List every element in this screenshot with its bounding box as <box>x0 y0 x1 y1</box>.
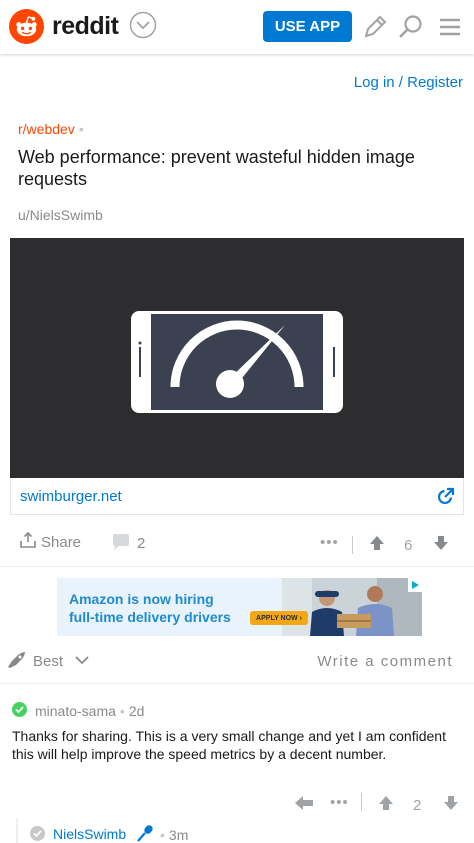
vote-count: 6 <box>404 537 413 554</box>
thread-line[interactable] <box>16 818 18 843</box>
comment-meta: minato-sama • 2d <box>35 703 144 719</box>
use-app-button[interactable]: USE APP <box>263 11 352 42</box>
rocket-icon[interactable] <box>6 651 26 669</box>
reply-icon[interactable] <box>294 795 314 811</box>
advertisement-banner[interactable]: Amazon is now hiring full-time delivery … <box>57 578 422 636</box>
comment-bubble-icon[interactable] <box>111 533 131 551</box>
subreddit-link[interactable]: r/webdev • <box>18 121 84 137</box>
reply-age: 3m <box>168 827 189 843</box>
share-button[interactable]: Share <box>41 534 81 551</box>
chevron-down-icon[interactable] <box>129 11 157 39</box>
reply-author[interactable]: NielsSwimb <box>53 826 126 842</box>
separator-dot: • <box>78 121 84 137</box>
separator <box>361 793 362 811</box>
write-comment-button[interactable]: Write a comment <box>317 653 453 670</box>
comment-age: 2d <box>128 703 145 719</box>
verified-check-icon <box>12 702 27 717</box>
comment-vote-count: 2 <box>413 797 422 814</box>
adchoices-icon[interactable] <box>408 578 422 592</box>
share-icon[interactable] <box>20 532 36 548</box>
speedometer-phone-icon <box>131 311 343 413</box>
external-link-icon[interactable] <box>437 487 455 505</box>
divider <box>0 683 474 684</box>
logo-wordmark: reddit <box>52 12 119 40</box>
reply-age-wrap: • 3m <box>160 827 188 843</box>
upvote-icon[interactable] <box>378 795 394 811</box>
ad-headline-2: full-time delivery drivers <box>69 609 231 625</box>
post-actions-bar: Share 2 ••• 6 <box>0 524 474 564</box>
top-bar: reddit USE APP <box>0 0 474 54</box>
reddit-logo[interactable]: reddit <box>9 9 157 44</box>
comment-body: Thanks for sharing. This is a very small… <box>12 728 446 762</box>
reddit-snoo-icon <box>9 9 44 44</box>
search-icon[interactable] <box>397 13 425 41</box>
verified-check-icon <box>30 826 45 841</box>
login-register-link[interactable]: Log in / Register <box>354 74 463 91</box>
more-options-button[interactable]: ••• <box>320 534 339 551</box>
link-preview-image[interactable] <box>10 238 464 478</box>
link-domain[interactable]: swimburger.net <box>20 488 122 505</box>
comment-count: 2 <box>137 535 146 552</box>
ad-photo-image <box>282 578 422 636</box>
menu-icon[interactable] <box>436 13 464 41</box>
divider <box>0 566 474 567</box>
comment-more-options-button[interactable]: ••• <box>330 794 349 811</box>
chevron-down-icon[interactable] <box>74 653 90 667</box>
subreddit-name[interactable]: r/webdev <box>18 121 75 137</box>
pencil-icon[interactable] <box>361 13 389 41</box>
apply-now-button[interactable]: APPLY NOW › <box>250 611 308 625</box>
downvote-icon[interactable] <box>443 795 459 811</box>
separator-dot: • <box>160 827 165 843</box>
sort-best-button[interactable]: Best <box>33 653 63 670</box>
post-title[interactable]: Web performance: prevent wasteful hidden… <box>18 146 458 190</box>
link-bar[interactable]: swimburger.net <box>10 478 464 515</box>
upvote-icon[interactable] <box>369 535 385 551</box>
comment-author[interactable]: minato-sama <box>35 703 116 719</box>
separator <box>352 536 353 554</box>
post-author[interactable]: u/NielsSwimb <box>18 207 103 223</box>
separator-dot: • <box>119 703 125 719</box>
ad-headline-1: Amazon is now hiring <box>69 591 214 607</box>
microphone-icon <box>137 825 153 842</box>
downvote-icon[interactable] <box>433 535 449 551</box>
